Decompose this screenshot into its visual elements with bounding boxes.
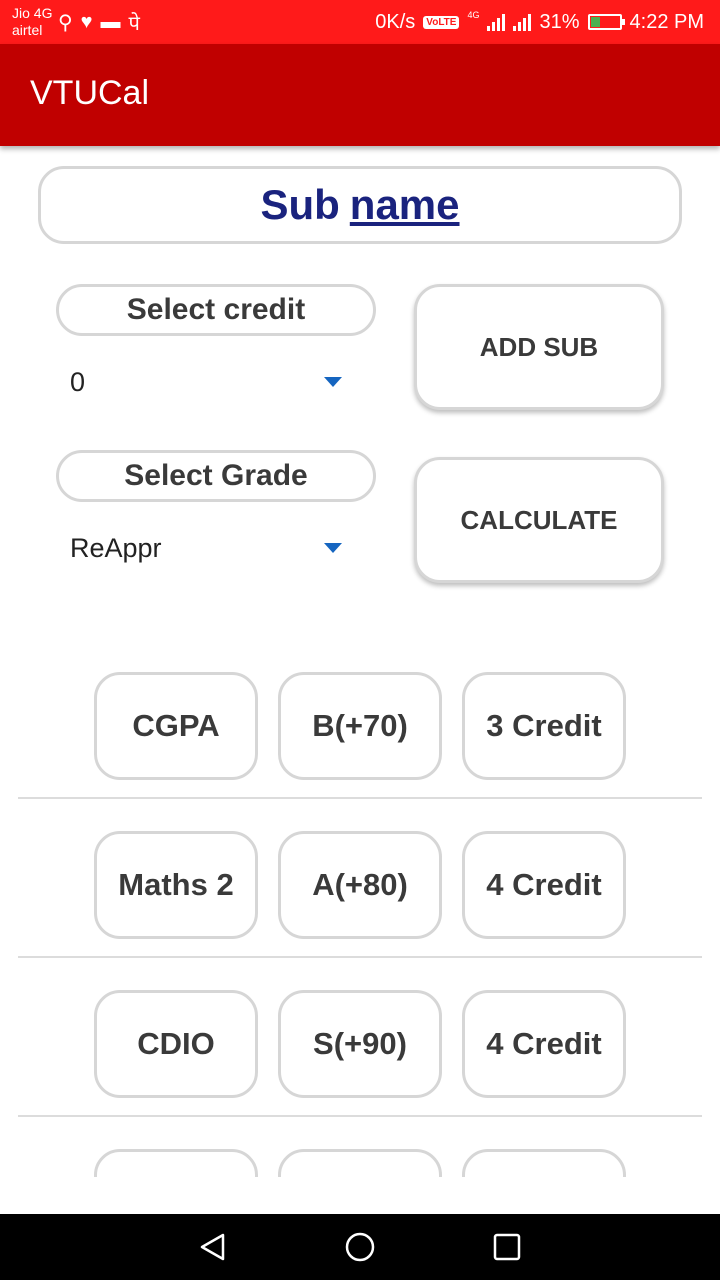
list-item: Maths 2 A(+80) 4 Credit — [0, 799, 720, 958]
carrier-primary: Jio 4G — [12, 5, 53, 21]
signal-icon-2 — [513, 13, 532, 31]
app-bar: VTUCal — [0, 44, 720, 146]
grade-value: ReAppr — [70, 532, 162, 563]
clock: 4:22 PM — [629, 10, 704, 33]
notification-icons: ⚲ ♥ ▬ पे — [58, 9, 140, 35]
navigation-bar — [0, 1214, 720, 1280]
recents-icon[interactable] — [492, 1232, 522, 1262]
battery-percent: 31% — [539, 10, 580, 33]
subject-name: CGPA — [94, 672, 258, 780]
subject-name: CDIO — [94, 990, 258, 1098]
sub-name-hint: Sub — [260, 181, 340, 228]
usb-icon: ⚲ — [58, 11, 73, 34]
back-icon[interactable] — [198, 1232, 228, 1262]
train-icon: ▬ — [100, 10, 121, 33]
home-icon[interactable] — [344, 1232, 376, 1262]
subject-credit — [462, 1149, 626, 1177]
credit-spinner[interactable]: 0 — [70, 362, 350, 402]
dropdown-arrow-icon — [324, 543, 342, 553]
subject-grade — [278, 1149, 442, 1177]
network-type: 4G — [467, 10, 480, 20]
system-icons: 0K/s VoLTE 4G 31% 4:22 PM — [375, 8, 704, 36]
select-credit-label: Select credit — [56, 284, 376, 336]
carrier-secondary: airtel — [12, 22, 43, 38]
sub-name-input[interactable]: Sub name — [38, 166, 682, 244]
heart-icon: ♥ — [80, 10, 93, 33]
select-grade-label: Select Grade — [56, 450, 376, 502]
calculate-button[interactable]: CALCULATE — [414, 457, 664, 583]
grade-spinner[interactable]: ReAppr — [70, 528, 350, 568]
subject-name: Maths 2 — [94, 831, 258, 939]
list-item — [0, 1117, 720, 1177]
subject-list[interactable]: CGPA B(+70) 3 Credit Maths 2 A(+80) 4 Cr… — [0, 640, 720, 1177]
subject-credit: 4 Credit — [462, 831, 626, 939]
subject-grade: B(+70) — [278, 672, 442, 780]
subject-grade: S(+90) — [278, 990, 442, 1098]
battery-icon — [587, 14, 625, 30]
subject-credit: 3 Credit — [462, 672, 626, 780]
subject-name — [94, 1149, 258, 1177]
status-bar: Jio 4G airtel ⚲ ♥ ▬ पे 0K/s VoLTE 4G 31%… — [0, 0, 720, 44]
add-sub-button[interactable]: ADD SUB — [414, 284, 664, 410]
credit-value: 0 — [70, 366, 86, 397]
sub-name-hint-underlined: name — [349, 181, 460, 228]
subject-credit: 4 Credit — [462, 990, 626, 1098]
list-item: CGPA B(+70) 3 Credit — [0, 640, 720, 799]
carrier-info: Jio 4G airtel — [12, 5, 52, 39]
signal-icon — [487, 13, 506, 31]
pe-icon: पे — [128, 12, 140, 35]
list-item: CDIO S(+90) 4 Credit — [0, 958, 720, 1117]
dropdown-arrow-icon — [324, 377, 342, 387]
volte-icon: VoLTE — [423, 15, 460, 29]
network-speed: 0K/s — [375, 10, 416, 33]
subject-grade: A(+80) — [278, 831, 442, 939]
app-title: VTUCal — [30, 74, 150, 112]
